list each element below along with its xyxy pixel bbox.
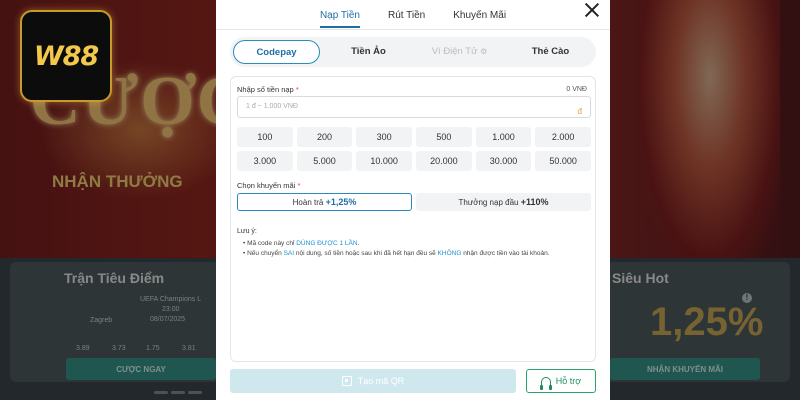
quick-amount-chip[interactable]: 10.000 [356,151,412,171]
method-crypto[interactable]: Tiền Ảo [326,40,411,64]
note-item: • Nếu chuyển SAI nội dung, số tiền hoặc … [243,250,550,257]
note-item: • Mã code này chỉ DÙNG ĐƯỢC 1 LẦN. [243,240,360,247]
method-codepay[interactable]: Codepay [233,40,320,64]
note-highlight: SAI [283,250,295,257]
required-mark: * [295,85,299,94]
promo-option-label: Hoàn trả [292,198,324,207]
method-ewallet[interactable]: Ví Điện Tử ⚙ [417,40,502,64]
promo-option-cashback[interactable]: Hoàn trả +1,25% [237,193,412,211]
quick-amount-chip[interactable]: 2.000 [535,127,591,147]
tab-promotions[interactable]: Khuyến Mãi [453,8,506,28]
note-text: Mã code này chỉ [247,240,297,247]
modal-footer: Tạo mã QR Hỗ trợ [230,369,596,393]
currency-symbol: đ [577,107,582,116]
deposit-form: Nhập số tiền nạp * 0 VNĐ 1 đ ~ 1.000 VNĐ… [230,76,596,362]
qr-code-icon [341,376,352,386]
create-qr-label: Tạo mã QR [357,376,405,386]
method-ewallet-label: Ví Điện Tử [431,46,478,57]
quick-amount-chip[interactable]: 20.000 [416,151,472,171]
note-text: Nếu chuyển [247,250,284,257]
quick-amount-chip[interactable]: 200 [296,127,353,147]
tab-withdraw[interactable]: Rút Tiền [388,8,425,28]
create-qr-button[interactable]: Tạo mã QR [230,369,516,393]
note-highlight: DÙNG ĐƯỢC 1 LẦN [296,240,358,247]
notes-title: Lưu ý: [237,228,257,235]
gear-icon: ⚙ [480,47,488,56]
logo-text: W88 [33,40,99,72]
quick-amount-chip[interactable]: 1.000 [475,127,532,147]
promo-option-first-deposit[interactable]: Thưởng nạp đầu +110% [416,193,591,211]
promo-label: Chọn khuyến mãi * [237,181,300,190]
note-text: . [357,240,360,247]
notes-list: • Mã code này chỉ DÙNG ĐƯỢC 1 LẦN. • Nếu… [243,239,550,259]
quick-amount-chip[interactable]: 300 [356,127,412,147]
headset-icon [539,376,552,390]
tab-deposit[interactable]: Nạp Tiền [319,8,360,28]
payment-method-selector: Codepay Tiền Ảo Ví Điện Tử ⚙ Thẻ Cào [230,37,596,67]
quick-amount-chip[interactable]: 3.000 [237,151,293,171]
modal-tabs: Nạp Tiền Rút Tiền Khuyến Mãi [216,8,610,28]
quick-amount-chip[interactable]: 100 [237,127,293,147]
quick-amount-chip[interactable]: 50.000 [535,151,591,171]
quick-amount-chip[interactable]: 5.000 [296,151,353,171]
quick-amount-grid: 100 200 300 500 1.000 2.000 3.000 5.000 … [237,127,591,171]
support-label: Hỗ trợ [555,376,582,386]
note-text: nội dung, số tiền hoặc sau khi đã hết hạ… [294,250,438,257]
quick-amount-chip[interactable]: 500 [416,127,472,147]
quick-amount-chip[interactable]: 30.000 [475,151,532,171]
divider [216,29,610,30]
amount-input[interactable]: 1 đ ~ 1.000 VNĐ đ [237,96,591,118]
promo-option-value: +110% [520,197,549,207]
balance-display: 0 VNĐ [566,86,587,93]
promo-option-value: +1,25% [325,197,357,207]
amount-placeholder: 1 đ ~ 1.000 VNĐ [246,103,298,110]
promo-option-label: Thưởng nạp đầu [458,198,519,207]
method-card[interactable]: Thẻ Cào [508,40,593,64]
note-highlight: KHÔNG [437,250,462,257]
note-text: nhận được tiền vào tài khoản. [461,250,550,257]
required-mark: * [297,181,301,190]
amount-label-text: Nhập số tiền nạp [237,85,294,94]
promo-options: Hoàn trả +1,25% Thưởng nạp đầu +110% [237,193,591,211]
brand-logo[interactable]: W88 [20,10,112,102]
support-button[interactable]: Hỗ trợ [526,369,596,393]
promo-label-text: Chọn khuyến mãi [237,181,296,190]
amount-label: Nhập số tiền nạp * [237,85,299,94]
deposit-modal: Nạp Tiền Rút Tiền Khuyến Mãi Codepay Tiề… [216,0,610,400]
